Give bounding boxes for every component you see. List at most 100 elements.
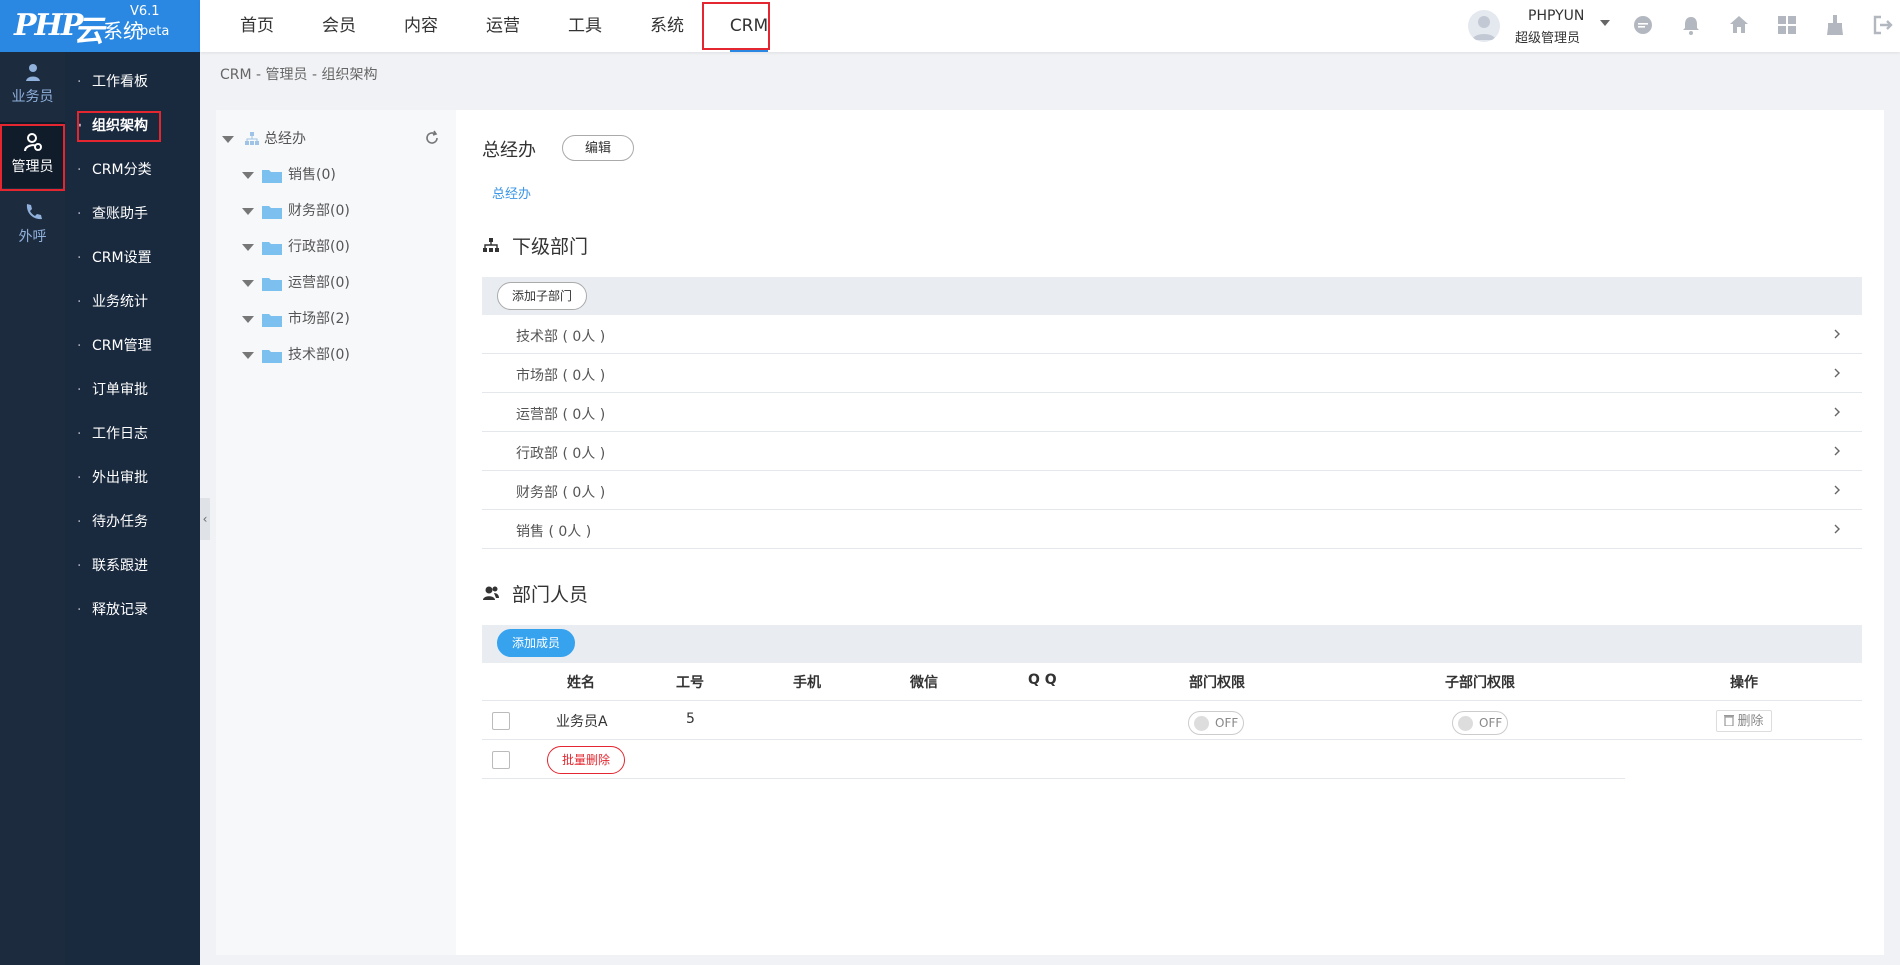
sidebar-sub: 工作看板 组织架构 CRM分类 查账助手 CRM设置 业务统计 CRM管理 订单…	[65, 52, 200, 965]
caret-down-icon	[222, 136, 234, 143]
home-icon[interactable]	[1728, 14, 1752, 38]
column-header-actions: 操作	[1730, 675, 1758, 691]
nav-operations[interactable]: 运营	[462, 0, 544, 52]
sub-dept-permission-toggle[interactable]: OFF	[1452, 711, 1508, 735]
sidebar-item-label: 外呼	[18, 229, 47, 245]
caret-down-icon	[242, 352, 254, 359]
sidebar-collapse-handle[interactable]: ‹	[200, 498, 210, 540]
nav-home[interactable]: 首页	[216, 0, 298, 52]
dept-permission-toggle[interactable]: OFF	[1188, 711, 1244, 735]
sidebar-item-todo[interactable]: 待办任务	[65, 500, 200, 544]
app-logo[interactable]: PHP 云 系统 V6.1 beta	[0, 0, 200, 52]
users-icon	[25, 64, 40, 81]
members-icon	[483, 586, 499, 600]
divider	[482, 700, 1862, 701]
caret-down-icon	[242, 172, 254, 179]
add-sub-dept-button[interactable]: 添加子部门	[497, 282, 587, 310]
tree-node-label: 总经办	[264, 131, 306, 147]
chevron-right-icon	[1834, 446, 1840, 456]
logo-cloud-text: 云	[74, 14, 104, 49]
sub-dept-row[interactable]: 运营部 ( 0人 )	[482, 393, 1862, 432]
org-chart-icon	[245, 132, 259, 145]
toggle-knob	[1194, 716, 1209, 731]
chevron-right-icon	[1834, 485, 1840, 495]
bell-icon[interactable]	[1680, 14, 1704, 38]
caret-down-icon	[242, 316, 254, 323]
row-checkbox[interactable]	[492, 712, 510, 730]
user-name: PHPYUN	[1528, 8, 1585, 24]
dept-title: 总经办	[482, 140, 536, 161]
sub-dept-name: 技术部 ( 0人 )	[516, 329, 606, 345]
delete-member-button[interactable]: 删除	[1716, 710, 1772, 732]
select-all-checkbox[interactable]	[492, 751, 510, 769]
sub-dept-row[interactable]: 财务部 ( 0人 )	[482, 471, 1862, 510]
sidebar-item-work-log[interactable]: 工作日志	[65, 412, 200, 456]
column-header-sub-dept-perm: 子部门权限	[1445, 675, 1515, 691]
nav-system[interactable]: 系统	[626, 0, 708, 52]
sub-dept-row[interactable]: 销售 ( 0人 )	[482, 510, 1862, 549]
tree-node-operations[interactable]: 运营部(0)	[242, 271, 442, 295]
sidebar-item-outing-approval[interactable]: 外出审批	[65, 456, 200, 500]
sidebar-item-org-structure[interactable]: 组织架构	[65, 104, 200, 148]
tree-node-label: 财务部(0)	[288, 203, 350, 219]
top-bar: 首页 会员 内容 运营 工具 系统 CRM PHPYUN 超级管理员	[200, 0, 1900, 52]
nav-content[interactable]: 内容	[380, 0, 462, 52]
sub-dept-row[interactable]: 市场部 ( 0人 )	[482, 354, 1862, 393]
tree-node-marketing[interactable]: 市场部(2)	[242, 307, 442, 331]
tree-node-tech[interactable]: 技术部(0)	[242, 343, 442, 367]
apps-icon[interactable]	[1776, 14, 1800, 38]
chevron-right-icon	[1834, 329, 1840, 339]
sub-dept-name: 销售 ( 0人 )	[516, 524, 592, 540]
tree-node-admin-dept[interactable]: 行政部(0)	[242, 235, 442, 259]
sub-dept-name: 市场部 ( 0人 )	[516, 368, 606, 384]
breadcrumb: CRM - 管理员 - 组织架构	[220, 67, 378, 83]
column-header-dept-perm: 部门权限	[1189, 675, 1245, 691]
tree-node-root[interactable]: 总经办	[222, 127, 442, 151]
caret-down-icon	[242, 208, 254, 215]
sidebar-item-release-log[interactable]: 释放记录	[65, 588, 200, 632]
tree-node-label: 市场部(2)	[288, 311, 350, 327]
sidebar-item-business-stats[interactable]: 业务统计	[65, 280, 200, 324]
edit-button[interactable]: 编辑	[562, 135, 634, 161]
folder-icon	[262, 278, 282, 291]
nav-crm[interactable]: CRM	[708, 0, 790, 52]
sidebar-item-outbound-call[interactable]: 外呼	[0, 192, 65, 258]
tree-node-sales[interactable]: 销售(0)	[242, 163, 442, 187]
nav-members[interactable]: 会员	[298, 0, 380, 52]
sub-dept-name: 运营部 ( 0人 )	[516, 407, 606, 423]
sub-dept-name: 行政部 ( 0人 )	[516, 446, 606, 462]
org-tree: 总经办 销售(0) 财务部(0) 行政部(0) 运营部(0) 市场部(2) 技术…	[216, 110, 456, 955]
sidebar-item-admin[interactable]: 管理员	[0, 122, 65, 188]
nav-tools[interactable]: 工具	[544, 0, 626, 52]
sub-dept-toolbar	[482, 277, 1862, 315]
sidebar-item-crm-settings[interactable]: CRM设置	[65, 236, 200, 280]
refresh-icon[interactable]	[424, 130, 440, 146]
org-chart-icon	[483, 238, 499, 252]
dept-path-link[interactable]: 总经办	[492, 183, 531, 202]
sidebar-item-work-board[interactable]: 工作看板	[65, 60, 200, 104]
batch-delete-button[interactable]: 批量删除	[547, 746, 625, 774]
sidebar-item-crm-manage[interactable]: CRM管理	[65, 324, 200, 368]
sub-dept-row[interactable]: 技术部 ( 0人 )	[482, 315, 1862, 354]
logo-version: V6.1	[130, 4, 160, 19]
trash-icon	[1724, 714, 1735, 726]
sidebar-item-crm-category[interactable]: CRM分类	[65, 148, 200, 192]
column-header-id: 工号	[676, 675, 704, 691]
chevron-right-icon	[1834, 368, 1840, 378]
delete-label: 删除	[1737, 713, 1764, 728]
sidebar-item-follow-up[interactable]: 联系跟进	[65, 544, 200, 588]
member-name: 业务员A	[556, 714, 608, 730]
tree-node-finance[interactable]: 财务部(0)	[242, 199, 442, 223]
add-member-button[interactable]: 添加成员	[497, 629, 575, 657]
sub-dept-row[interactable]: 行政部 ( 0人 )	[482, 432, 1862, 471]
chat-icon[interactable]	[1632, 14, 1656, 38]
folder-icon	[262, 314, 282, 327]
toggle-knob	[1458, 716, 1473, 731]
sidebar-item-account-helper[interactable]: 查账助手	[65, 192, 200, 236]
sidebar-item-salesman[interactable]: 业务员	[0, 52, 65, 118]
top-nav: 首页 会员 内容 运营 工具 系统 CRM	[216, 0, 790, 52]
broom-icon[interactable]	[1824, 14, 1848, 38]
top-icons	[1632, 14, 1896, 38]
sidebar-item-order-approval[interactable]: 订单审批	[65, 368, 200, 412]
logout-icon[interactable]	[1872, 14, 1896, 38]
